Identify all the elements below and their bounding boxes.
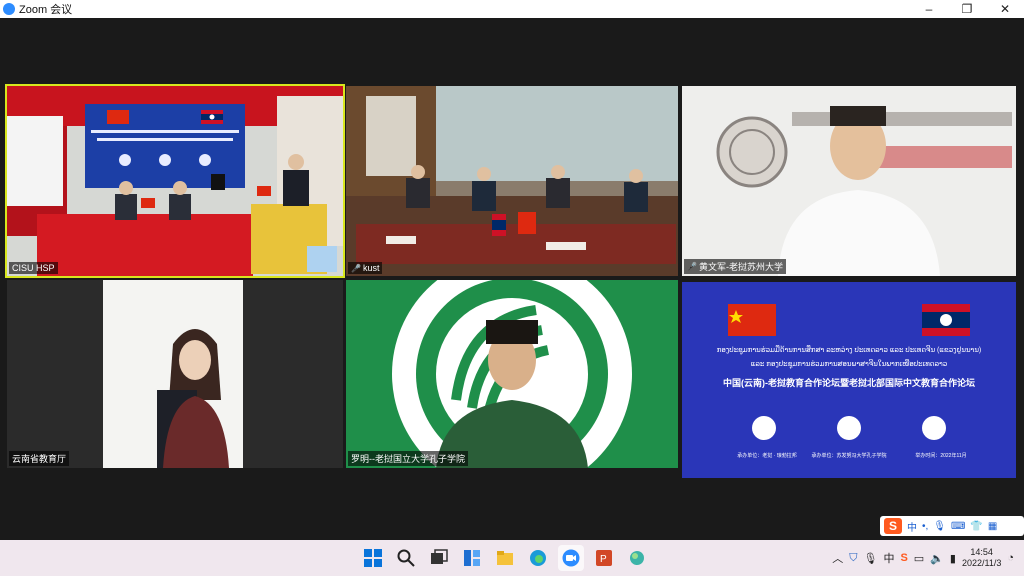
close-button[interactable]: ✕: [986, 0, 1024, 18]
system-tray: ︿ ⛉ 🎙 中 S ▭ 🔈 ▮ 14:54 2022/11/3 ◔: [832, 540, 1024, 576]
banner-lao-line2: ແລະ ກອງປະຊຸມການຮ່ວມການສອນພາສາຈີນໃນພາກເໜື…: [750, 361, 948, 368]
ime-voice-icon[interactable]: 🎙: [933, 521, 946, 532]
powerpoint-icon[interactable]: P: [591, 545, 617, 571]
shared-content-banner[interactable]: ກອງປະຊຸມການຮ່ວມມືດ້ານການສຶກສາ ລະຫວ່າງ ປະ…: [682, 282, 1016, 478]
conference-room-video: [7, 86, 343, 276]
video-tile-huang-wenjun[interactable]: 🎤 黄文军-老挝苏州大学: [682, 86, 1016, 276]
zoom-app-icon: [3, 3, 15, 15]
battery-icon[interactable]: ▮: [950, 552, 956, 565]
video-tile-kust[interactable]: 🎤 kust: [346, 86, 678, 276]
participant-name-tag: 罗明--老挝国立大学孔子学院: [348, 451, 468, 466]
minimize-button[interactable]: –: [910, 0, 948, 18]
task-view-icon[interactable]: [426, 545, 452, 571]
participant-video: [7, 280, 343, 468]
restore-button[interactable]: ❐: [948, 0, 986, 18]
university-logo-right: [922, 416, 946, 440]
app-icon[interactable]: [624, 545, 650, 571]
widgets-icon[interactable]: [459, 545, 485, 571]
windows-taskbar: P ︿ ⛉ 🎙 中 S ▭ 🔈 ▮ 14:54 2022/11/3 ◔: [0, 540, 1024, 576]
ime-toolbar[interactable]: S 中 •, 🎙 ⌨ 👕 ▦: [880, 516, 1024, 536]
participant-name-tag: 🎤 黄文军-老挝苏州大学: [684, 259, 786, 274]
ime-punct-toggle[interactable]: •,: [922, 521, 928, 532]
confucius-institute-logo: [837, 416, 861, 440]
notification-icon[interactable]: ◔: [1007, 552, 1014, 564]
speaker-icon[interactable]: 🔈: [930, 552, 944, 565]
zoom-taskbar-icon[interactable]: [558, 545, 584, 571]
taskbar-clock[interactable]: 14:54 2022/11/3: [962, 547, 1001, 569]
clock-date: 2022/11/3: [961, 558, 1002, 568]
ime-menu-icon[interactable]: ▦: [988, 521, 997, 532]
ime-mode-toggle[interactable]: 中: [907, 519, 917, 534]
microphone-icon[interactable]: 🎙: [863, 552, 877, 565]
window-title: Zoom 会议: [19, 4, 73, 16]
banner-date: 举办时间：2022年11月: [915, 453, 967, 459]
shield-icon[interactable]: ⛉: [849, 552, 857, 565]
video-tile-cisu-hsp[interactable]: CISU HSP: [5, 84, 345, 278]
banner-organizer-mid: 承办单位：苏发努冯大学孔子学院: [811, 453, 887, 459]
window-controls: – ❐ ✕: [910, 0, 1024, 18]
search-icon[interactable]: [393, 545, 419, 571]
participant-name-tag: 🎤 kust: [348, 262, 383, 274]
display-icon[interactable]: ▭: [914, 552, 924, 565]
speaker-video: [346, 280, 678, 468]
university-logo-left: [752, 416, 776, 440]
edge-icon[interactable]: [525, 545, 551, 571]
video-tile-yunnan-education[interactable]: 云南省教育厅: [7, 280, 343, 468]
speaker-video: [682, 86, 1016, 276]
participant-name-tag: 云南省教育厅: [9, 451, 70, 466]
meeting-gallery: CISU HSP 🎤 kust 🎤 黄文军-老挝苏州大学 云南省教育厅 罗明--…: [0, 18, 1024, 540]
file-explorer-icon[interactable]: [492, 545, 518, 571]
tray-lang[interactable]: 中: [883, 550, 894, 566]
window-titlebar: Zoom 会议 – ❐ ✕: [0, 0, 1024, 18]
chevron-up-icon[interactable]: ︿: [832, 550, 843, 566]
banner-cn-title: 中国(云南)-老挝教育合作论坛暨老挝北部国际中文教育合作论坛: [723, 378, 975, 388]
banner-lao-line1: ກອງປະຊຸມການຮ່ວມມືດ້ານການສຶກສາ ລະຫວ່າງ ປະ…: [716, 347, 982, 354]
ime-skin-icon[interactable]: 👕: [970, 521, 982, 532]
muted-mic-icon: 🎤: [351, 263, 361, 273]
sogou-logo-icon[interactable]: S: [884, 518, 902, 534]
windows-start-icon[interactable]: [360, 545, 386, 571]
video-tile-luo-ming[interactable]: 罗明--老挝国立大学孔子学院: [346, 280, 678, 468]
ime-keyboard-icon[interactable]: ⌨: [951, 521, 965, 532]
meeting-room-video: [346, 86, 678, 276]
svg-text:P: P: [600, 554, 607, 565]
clock-time: 14:54: [970, 547, 993, 557]
taskbar-apps: P: [360, 540, 650, 576]
participant-name-tag: CISU HSP: [9, 262, 58, 274]
banner-organizer-left: 承办单位：老挝 · 琅勃拉邦: [737, 453, 797, 459]
muted-mic-icon: 🎤: [687, 262, 697, 271]
sogou-tray-icon[interactable]: S: [900, 552, 907, 564]
